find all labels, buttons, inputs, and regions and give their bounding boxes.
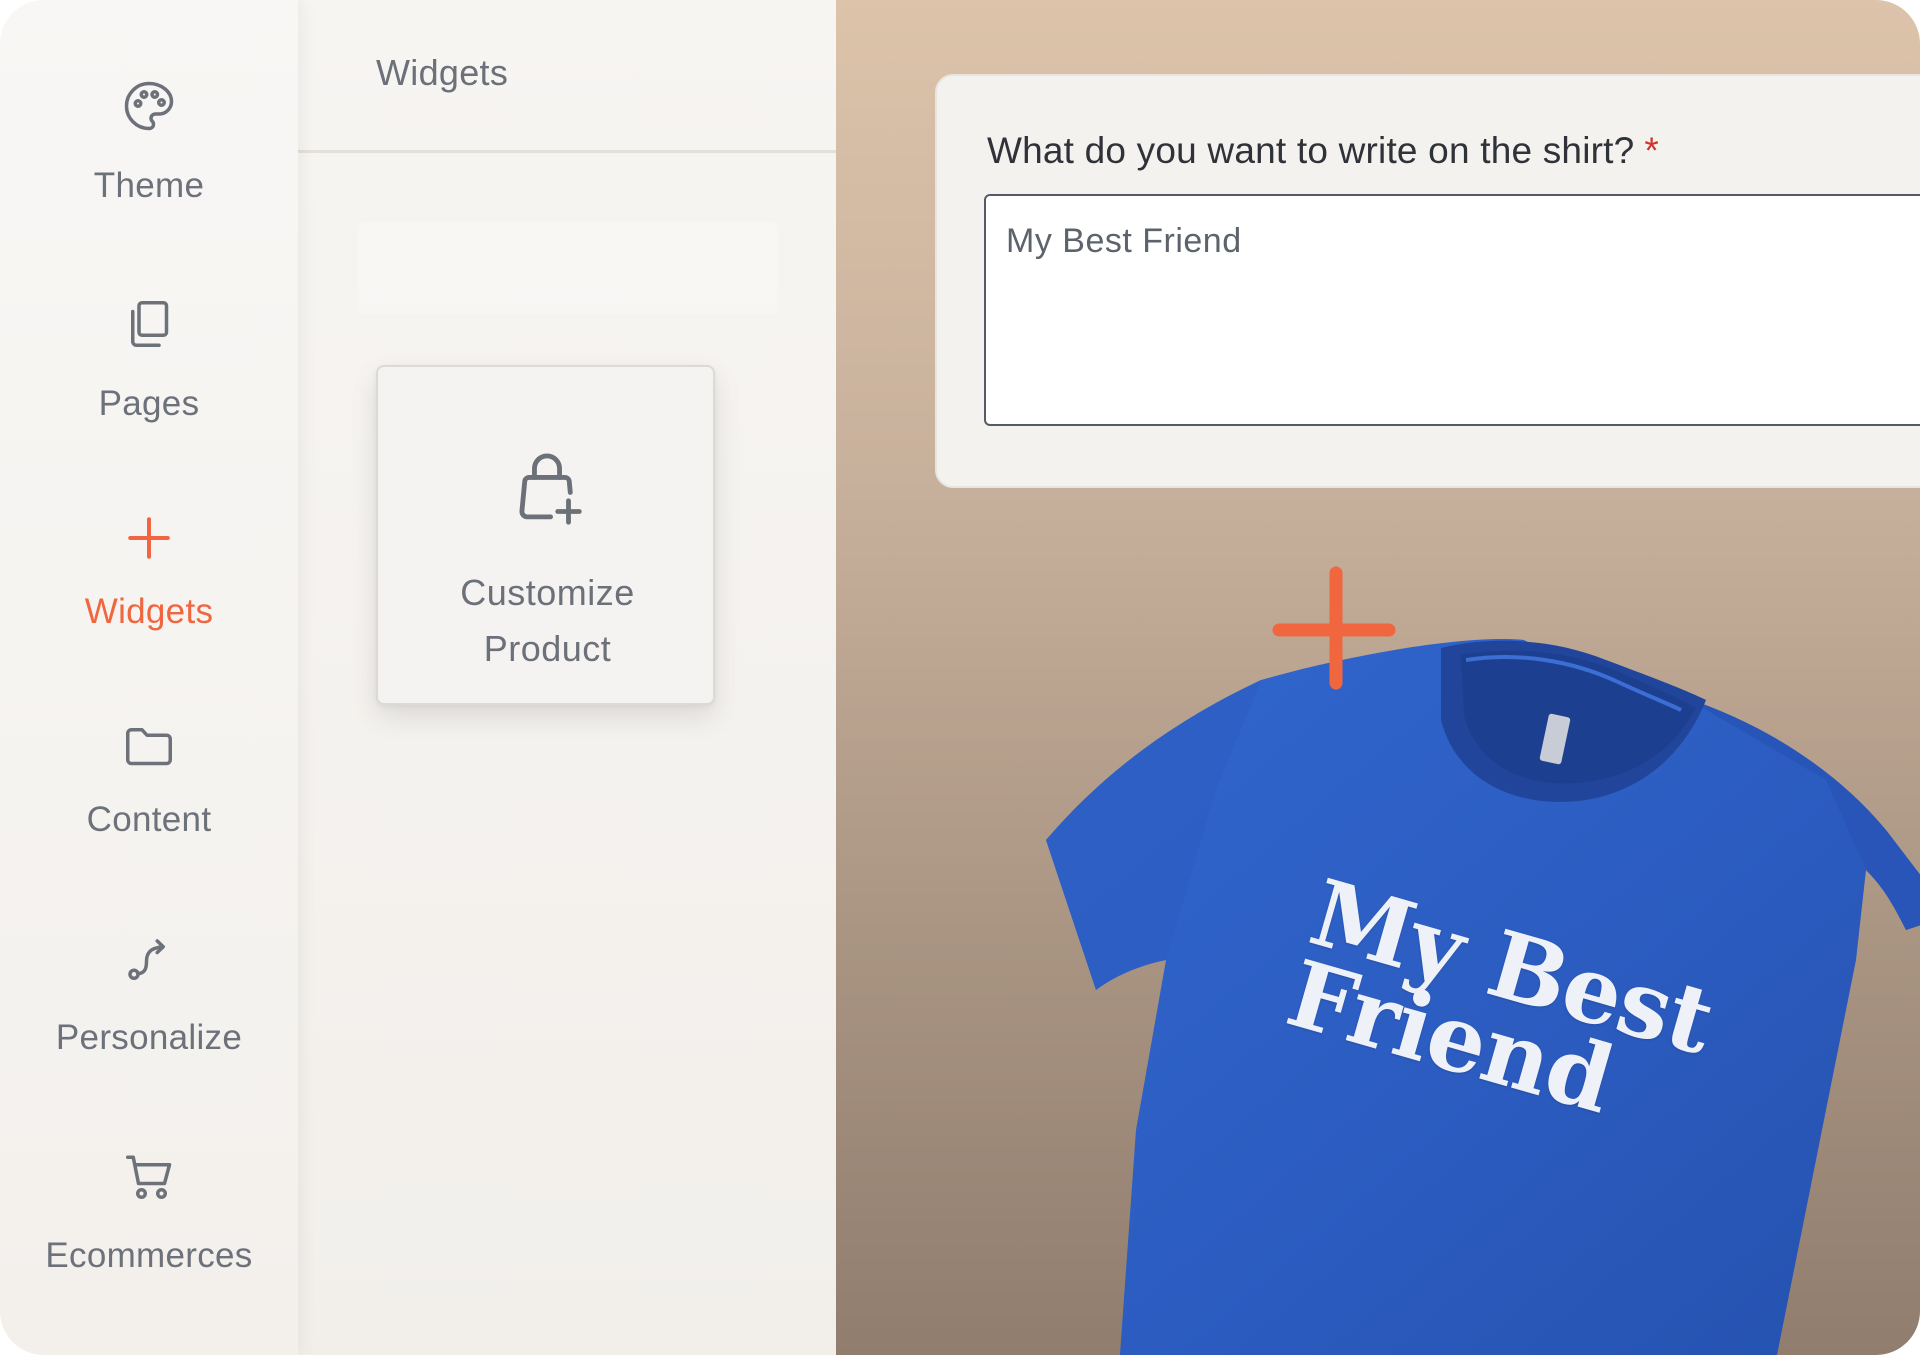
sidebar-rail: Theme Pages Widgets Content Personalize …	[0, 0, 298, 1355]
widget-label-line1: Customize	[460, 572, 635, 613]
sidebar-item-label: Ecommerces	[45, 1236, 253, 1275]
folder-icon	[119, 716, 179, 776]
plus-icon	[119, 508, 179, 568]
panel-divider	[298, 150, 836, 153]
panel-title: Widgets	[376, 52, 509, 93]
sidebar-item-label: Theme	[93, 166, 205, 205]
sidebar-item-ecommerces[interactable]: Ecommerces	[0, 1132, 298, 1332]
sidebar-item-theme[interactable]: Theme	[0, 62, 298, 262]
widgets-panel: Widgets Customize Product	[298, 0, 836, 1355]
widget-card-label: Customize Product	[378, 565, 717, 677]
widget-label-line2: Product	[483, 628, 612, 669]
app-window: Theme Pages Widgets Content Personalize …	[0, 0, 1920, 1355]
cart-icon	[119, 1146, 179, 1206]
sidebar-item-content[interactable]: Content	[0, 696, 298, 896]
required-asterisk: *	[1644, 130, 1660, 171]
sidebar-item-label: Content	[86, 800, 212, 839]
palette-icon	[119, 76, 179, 136]
route-icon	[119, 928, 179, 988]
panel-placeholder	[358, 222, 778, 314]
sidebar-item-label: Widgets	[84, 592, 214, 631]
preview-canvas: What do you want to write on the shirt? *…	[836, 0, 1920, 1355]
sidebar-item-personalize[interactable]: Personalize	[0, 914, 298, 1114]
customize-product-widget[interactable]: Customize Product	[376, 365, 715, 705]
drop-cursor-plus-icon	[1271, 565, 1401, 695]
shirt-text-input[interactable]: My Best Friend	[984, 194, 1920, 426]
sidebar-item-label: Pages	[98, 384, 200, 423]
pages-icon	[119, 294, 179, 354]
form-question-card: What do you want to write on the shirt? *…	[935, 74, 1920, 488]
shopping-bag-plus-icon	[504, 447, 590, 533]
question-label: What do you want to write on the shirt? *	[987, 130, 1659, 172]
sidebar-item-widgets[interactable]: Widgets	[0, 488, 298, 688]
sidebar-item-label: Personalize	[55, 1018, 243, 1057]
sidebar-item-pages[interactable]: Pages	[0, 280, 298, 480]
question-text: What do you want to write on the shirt?	[987, 130, 1635, 171]
